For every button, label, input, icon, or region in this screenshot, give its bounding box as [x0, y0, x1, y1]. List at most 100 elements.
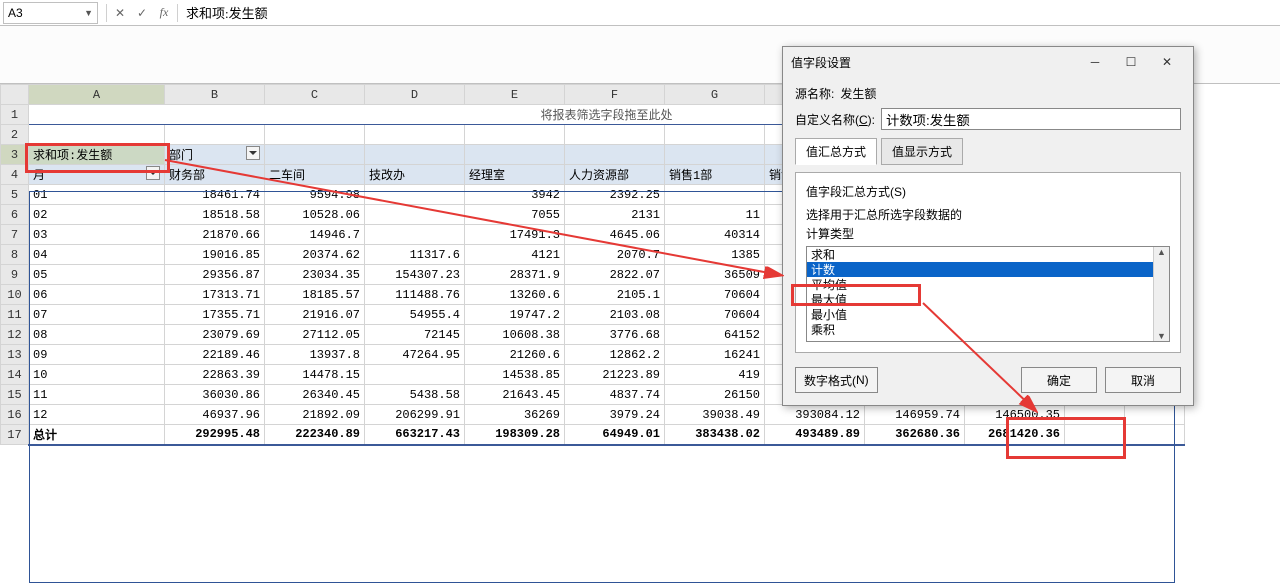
- cell[interactable]: 19747.2: [465, 305, 565, 325]
- pivot-col-header[interactable]: 销售1部: [665, 165, 765, 185]
- cell[interactable]: 16241: [665, 345, 765, 365]
- pivot-row-label[interactable]: 月: [29, 165, 165, 185]
- pivot-col-header[interactable]: 二车间: [265, 165, 365, 185]
- cell[interactable]: [265, 125, 365, 145]
- cell[interactable]: 2103.08: [565, 305, 665, 325]
- pivot-row-header[interactable]: 04: [29, 245, 165, 265]
- cell[interactable]: [1065, 405, 1125, 425]
- cell[interactable]: 2392.25: [565, 185, 665, 205]
- cell[interactable]: 17355.71: [165, 305, 265, 325]
- cell[interactable]: 419: [665, 365, 765, 385]
- cell[interactable]: 2070.7: [565, 245, 665, 265]
- row-header[interactable]: 9: [1, 265, 29, 285]
- scrollbar[interactable]: [1153, 247, 1169, 341]
- cell[interactable]: 4645.06: [565, 225, 665, 245]
- pivot-value-field[interactable]: 求和项:发生额: [29, 145, 165, 165]
- cell[interactable]: 36269: [465, 405, 565, 425]
- pivot-col-header[interactable]: 技改办: [365, 165, 465, 185]
- pivot-total-cell[interactable]: 222340.89: [265, 425, 365, 445]
- pivot-total-cell[interactable]: 383438.02: [665, 425, 765, 445]
- cell[interactable]: 72145: [365, 325, 465, 345]
- cell[interactable]: 18461.74: [165, 185, 265, 205]
- cell[interactable]: 2822.07: [565, 265, 665, 285]
- formula-accept-icon[interactable]: [131, 2, 153, 24]
- cell[interactable]: [665, 185, 765, 205]
- cancel-button[interactable]: 取消: [1105, 367, 1181, 393]
- formula-cancel-icon[interactable]: [109, 2, 131, 24]
- cell[interactable]: 21916.07: [265, 305, 365, 325]
- list-item[interactable]: 最小值: [807, 307, 1169, 322]
- cell[interactable]: 3776.68: [565, 325, 665, 345]
- pivot-total-cell[interactable]: 663217.43: [365, 425, 465, 445]
- cell[interactable]: [365, 365, 465, 385]
- pivot-row-header[interactable]: 02: [29, 205, 165, 225]
- row-header[interactable]: 10: [1, 285, 29, 305]
- tab-summarize[interactable]: 值汇总方式: [795, 138, 877, 165]
- cell[interactable]: 146500.35: [965, 405, 1065, 425]
- row-header[interactable]: 6: [1, 205, 29, 225]
- cell[interactable]: 393084.12: [765, 405, 865, 425]
- row-header[interactable]: 1: [1, 105, 29, 125]
- cell[interactable]: [665, 145, 765, 165]
- cell[interactable]: 22863.39: [165, 365, 265, 385]
- cell[interactable]: 17491.3: [465, 225, 565, 245]
- cell[interactable]: 13937.8: [265, 345, 365, 365]
- pivot-row-header[interactable]: 08: [29, 325, 165, 345]
- pivot-total-cell[interactable]: 362680.36: [865, 425, 965, 445]
- pivot-col-header[interactable]: 经理室: [465, 165, 565, 185]
- pivot-row-header[interactable]: 03: [29, 225, 165, 245]
- list-item[interactable]: 求和: [807, 247, 1169, 262]
- pivot-col-header[interactable]: 人力资源部: [565, 165, 665, 185]
- cell[interactable]: 21643.45: [465, 385, 565, 405]
- pivot-col-header[interactable]: 财务部: [165, 165, 265, 185]
- pivot-total-cell[interactable]: 493489.89: [765, 425, 865, 445]
- cell[interactable]: 22189.46: [165, 345, 265, 365]
- cell[interactable]: 20374.62: [265, 245, 365, 265]
- cell[interactable]: 1385: [665, 245, 765, 265]
- tab-show-values-as[interactable]: 值显示方式: [881, 138, 963, 165]
- custom-name-input[interactable]: [881, 108, 1181, 130]
- cell[interactable]: 70604: [665, 305, 765, 325]
- cell[interactable]: [165, 125, 265, 145]
- cell[interactable]: 27112.05: [265, 325, 365, 345]
- row-header[interactable]: 17: [1, 425, 29, 445]
- cell[interactable]: [565, 125, 665, 145]
- row-header[interactable]: 13: [1, 345, 29, 365]
- cell[interactable]: 26340.45: [265, 385, 365, 405]
- cell[interactable]: [465, 125, 565, 145]
- cell[interactable]: 14946.7: [265, 225, 365, 245]
- filter-dropdown-icon[interactable]: [246, 146, 260, 160]
- pivot-total-cell[interactable]: 198309.28: [465, 425, 565, 445]
- cell[interactable]: 29356.87: [165, 265, 265, 285]
- dialog-titlebar[interactable]: 值字段设置 ─ ☐ ✕: [783, 47, 1193, 77]
- row-header[interactable]: 11: [1, 305, 29, 325]
- cell[interactable]: 146959.74: [865, 405, 965, 425]
- cell[interactable]: 10608.38: [465, 325, 565, 345]
- cell[interactable]: 18185.57: [265, 285, 365, 305]
- cell[interactable]: 21892.09: [265, 405, 365, 425]
- cell[interactable]: 12862.2: [565, 345, 665, 365]
- row-header[interactable]: 8: [1, 245, 29, 265]
- close-icon[interactable]: ✕: [1149, 51, 1185, 73]
- row-header[interactable]: 2: [1, 125, 29, 145]
- pivot-total-cell[interactable]: 2681420.36: [965, 425, 1065, 445]
- row-header[interactable]: 4: [1, 165, 29, 185]
- row-header[interactable]: 12: [1, 325, 29, 345]
- col-header[interactable]: B: [165, 85, 265, 105]
- cell[interactable]: 9594.98: [265, 185, 365, 205]
- ok-button[interactable]: 确定: [1021, 367, 1097, 393]
- cell[interactable]: 2105.1: [565, 285, 665, 305]
- pivot-total-cell[interactable]: 292995.48: [165, 425, 265, 445]
- pivot-row-header[interactable]: 06: [29, 285, 165, 305]
- cell[interactable]: 39038.49: [665, 405, 765, 425]
- cell[interactable]: 28371.9: [465, 265, 565, 285]
- cell[interactable]: [565, 145, 665, 165]
- cell[interactable]: [365, 205, 465, 225]
- col-header[interactable]: E: [465, 85, 565, 105]
- list-item[interactable]: 最大值: [807, 292, 1169, 307]
- cell[interactable]: 11317.6: [365, 245, 465, 265]
- minimize-icon[interactable]: ─: [1077, 51, 1113, 73]
- cell[interactable]: 7055: [465, 205, 565, 225]
- cell[interactable]: 14478.15: [265, 365, 365, 385]
- cell[interactable]: 70604: [665, 285, 765, 305]
